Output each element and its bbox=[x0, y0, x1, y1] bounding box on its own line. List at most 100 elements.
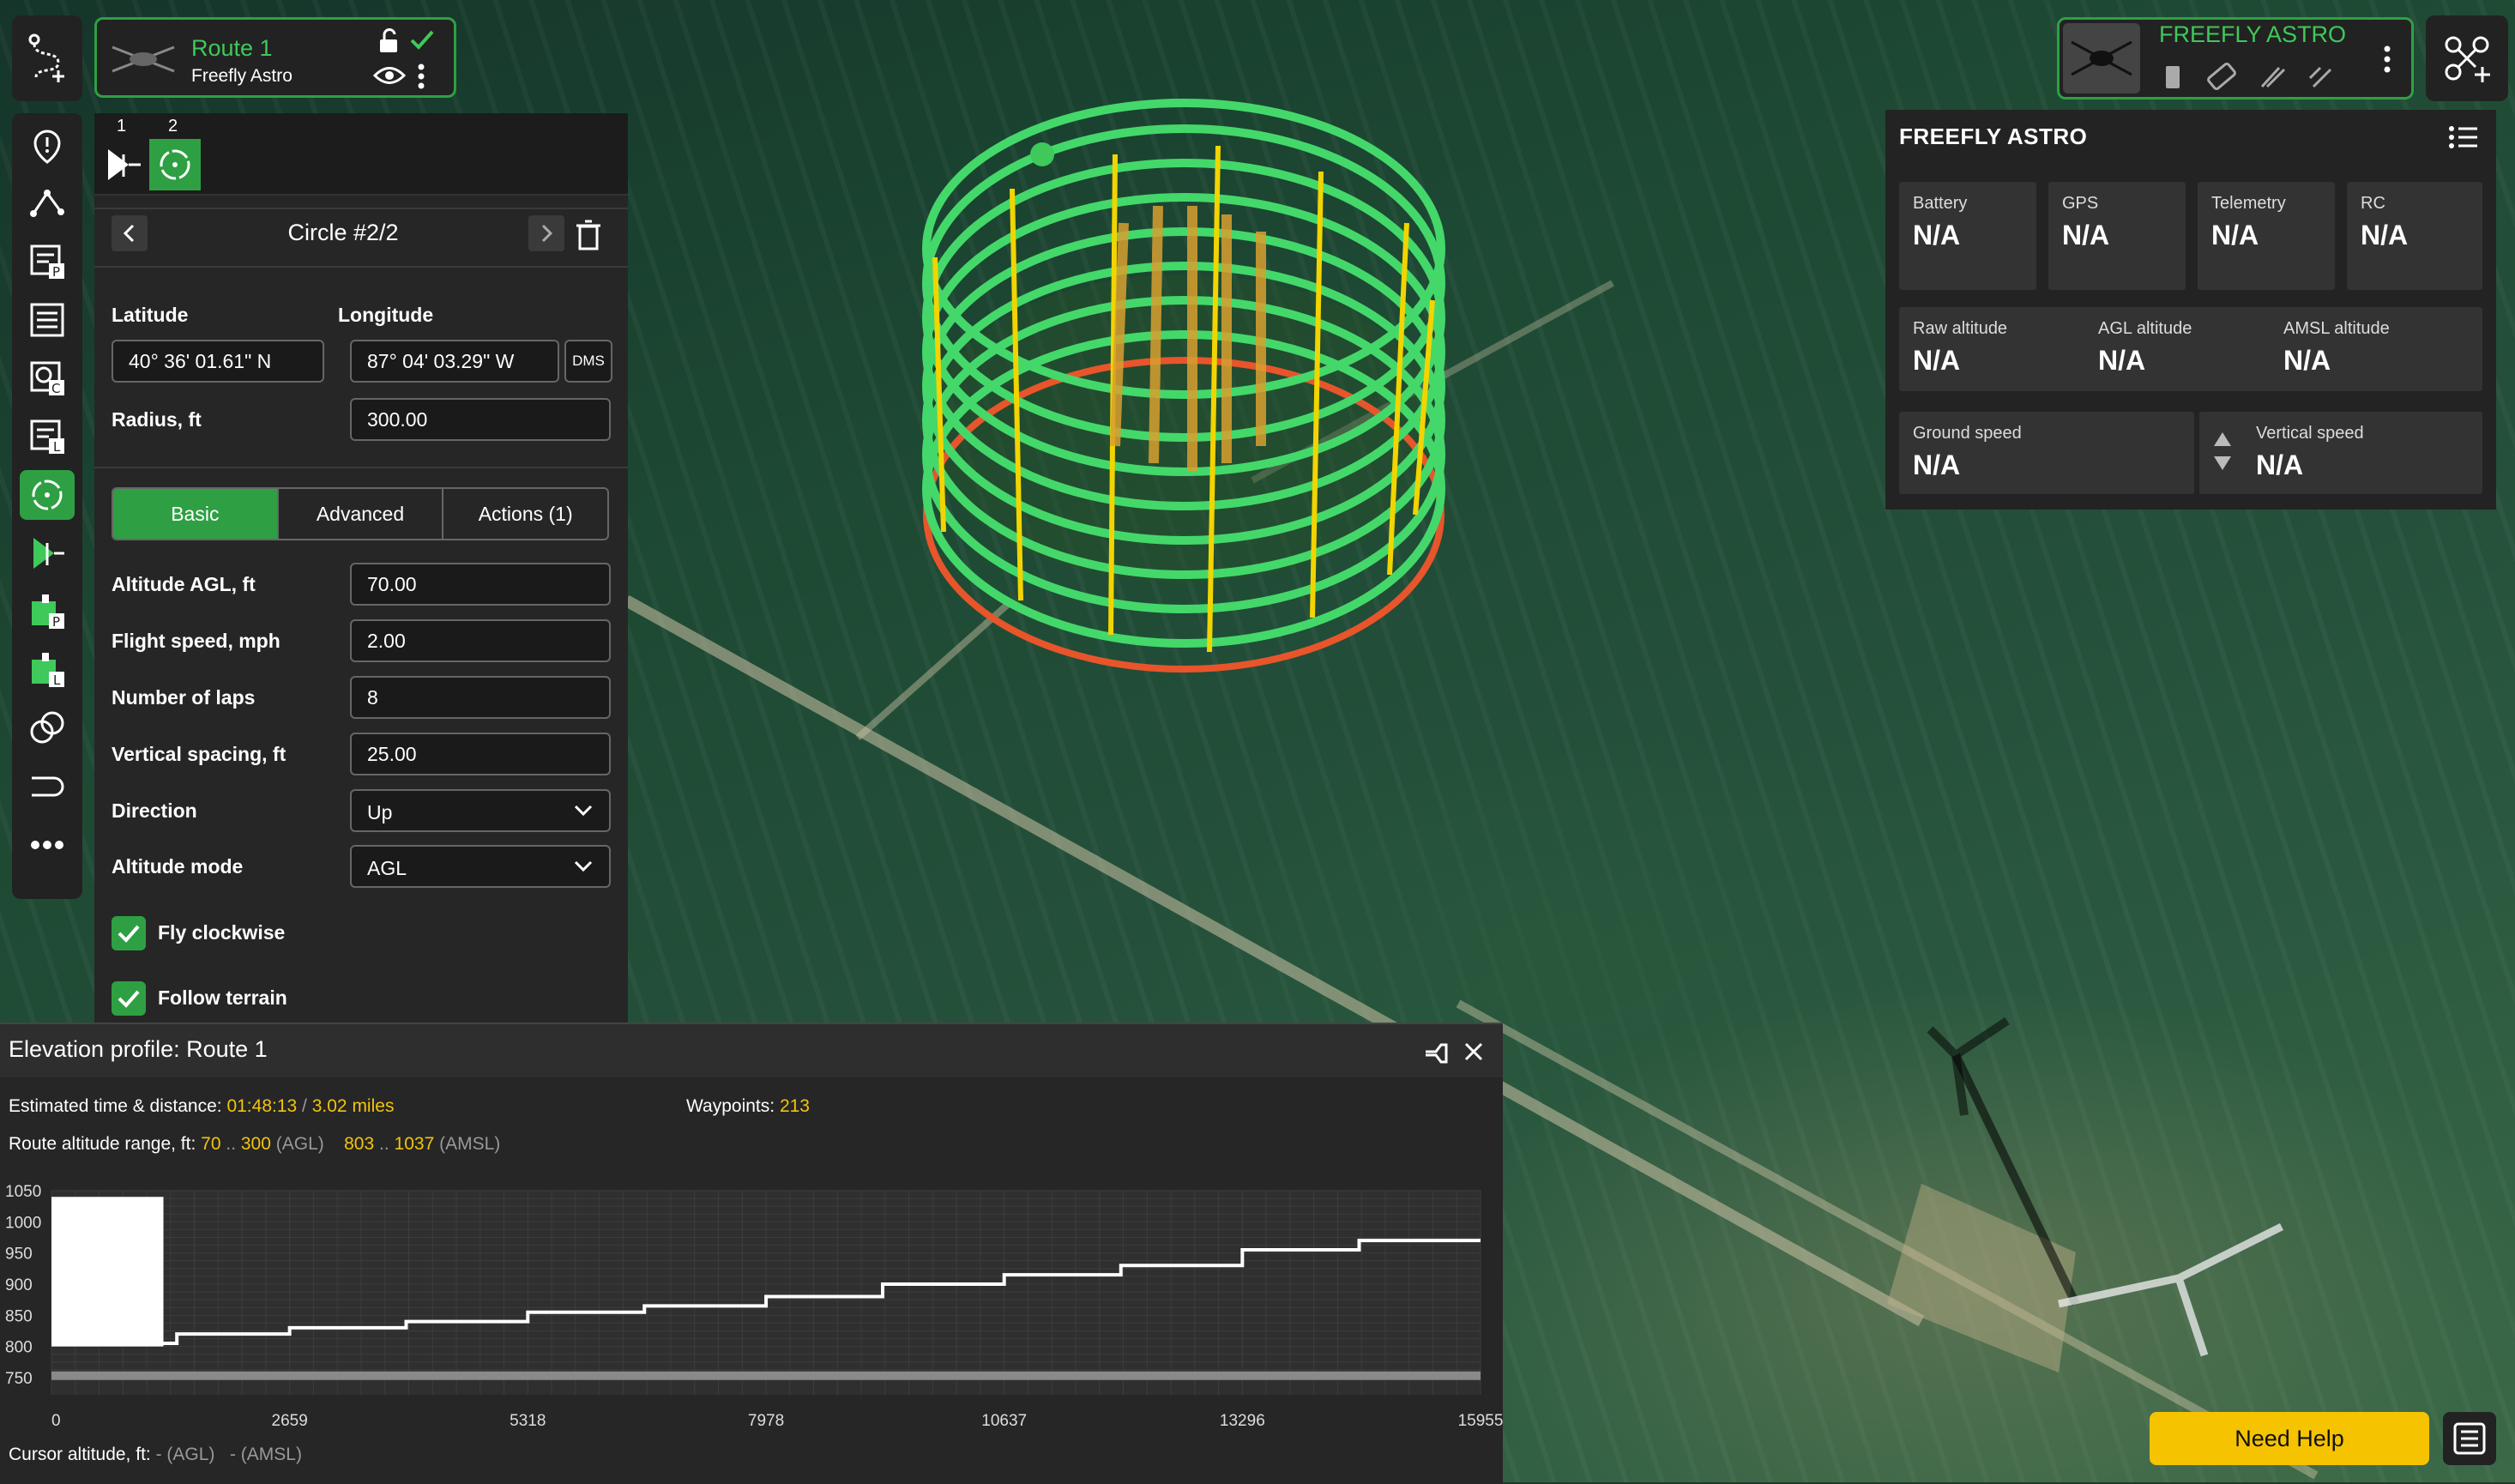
range-dots: .. bbox=[379, 1134, 389, 1154]
route-drone-name: Freefly Astro bbox=[191, 66, 293, 86]
rc-card: RC N/A bbox=[2347, 182, 2482, 290]
fly-clockwise-label: Fly clockwise bbox=[158, 921, 286, 944]
add-drone-button[interactable] bbox=[2426, 15, 2508, 101]
radius-label: Radius, ft bbox=[112, 408, 202, 431]
ground-speed-label: Ground speed bbox=[1913, 424, 2022, 443]
more-vertical-icon[interactable] bbox=[2382, 44, 2392, 75]
mission-list-button[interactable] bbox=[2443, 1412, 2496, 1465]
altitude-card: Raw altitude N/A AGL altitude N/A AMSL a… bbox=[1899, 307, 2482, 391]
battery-card: Battery N/A bbox=[1899, 182, 2036, 290]
tool-more[interactable] bbox=[20, 820, 75, 870]
x-tick-label: 2659 bbox=[272, 1412, 308, 1427]
drone-icon bbox=[2071, 40, 2132, 76]
telemetry-card: Telemetry N/A bbox=[2198, 182, 2335, 290]
drone-name: FREEFLY ASTRO bbox=[2159, 21, 2347, 47]
y-tick-label: 900 bbox=[5, 1276, 33, 1294]
chevron-down-icon bbox=[574, 805, 593, 817]
drone-status-icons bbox=[2166, 62, 2332, 91]
ground-speed-value: N/A bbox=[1913, 449, 1961, 480]
segment-2-circle[interactable] bbox=[149, 139, 201, 190]
circle-mission-3d[interactable] bbox=[922, 99, 1445, 673]
tab-actions[interactable]: Actions (1) bbox=[443, 489, 607, 539]
tool-vertical-photo[interactable]: P bbox=[20, 587, 75, 636]
amsl-tag: (AMSL) bbox=[439, 1134, 501, 1154]
tool-takeoff-waypoint[interactable] bbox=[20, 528, 75, 578]
number-of-laps-input[interactable] bbox=[350, 676, 611, 719]
cursor-label: Cursor altitude, ft: bbox=[9, 1445, 151, 1464]
fly-clockwise-checkbox[interactable] bbox=[112, 916, 146, 950]
drone-thumbnail bbox=[2063, 23, 2140, 94]
tab-basic[interactable]: Basic bbox=[113, 489, 279, 539]
altitude-spike-region bbox=[51, 1197, 164, 1347]
tool-corridor-camera[interactable]: C bbox=[20, 353, 75, 403]
elevation-chart[interactable]: 1050 1000 950 900 850 800 750 0 2659 5318 7978 1063… bbox=[0, 1179, 1503, 1427]
time-value: 01:48:13 bbox=[226, 1096, 298, 1116]
prev-segment-button[interactable] bbox=[112, 215, 148, 251]
next-segment-button[interactable] bbox=[528, 215, 564, 251]
tool-linear-plan[interactable]: L bbox=[20, 412, 75, 461]
delete-segment-button[interactable] bbox=[575, 220, 602, 255]
elevation-profile-panel: Elevation profile: Route 1 Estimated tim… bbox=[0, 1023, 1503, 1484]
settings-tabs: Basic Advanced Actions (1) bbox=[112, 487, 609, 540]
segment-number: 2 bbox=[168, 117, 178, 136]
battery-value: N/A bbox=[1913, 220, 1961, 250]
linear-plan-icon: L bbox=[30, 419, 64, 455]
tool-return-path[interactable] bbox=[20, 762, 75, 811]
vertical-spacing-input[interactable] bbox=[350, 733, 611, 775]
x-tick-label: 0 bbox=[51, 1412, 61, 1427]
drone-card[interactable]: FREEFLY ASTRO bbox=[2057, 17, 2414, 100]
y-tick-label: 1000 bbox=[5, 1214, 41, 1232]
route-tools-button[interactable] bbox=[12, 15, 82, 101]
raw-altitude-value: N/A bbox=[1913, 345, 1961, 376]
waypoints-label: Waypoints: bbox=[686, 1096, 775, 1116]
tool-point-of-interest[interactable] bbox=[20, 122, 75, 172]
altitude-mode-select[interactable]: AGL bbox=[350, 845, 611, 888]
gps-card: GPS N/A bbox=[2048, 182, 2186, 290]
flight-speed-input[interactable] bbox=[350, 619, 611, 662]
direction-select[interactable]: Up bbox=[350, 789, 611, 832]
segment-number: 1 bbox=[117, 117, 127, 136]
elevation-title: Elevation profile: Route 1 bbox=[9, 1036, 268, 1062]
visibility-eye-icon[interactable] bbox=[373, 64, 406, 87]
segment-strip: 1 2 bbox=[94, 113, 628, 196]
tool-vertical-linear[interactable]: L bbox=[20, 645, 75, 695]
close-icon[interactable] bbox=[1463, 1041, 1484, 1062]
list-menu-icon[interactable] bbox=[2448, 125, 2479, 149]
telemetry-signal-icon bbox=[2260, 66, 2286, 88]
unlock-icon[interactable] bbox=[377, 28, 402, 54]
latitude-input[interactable] bbox=[112, 340, 324, 383]
more-horizontal-icon bbox=[31, 841, 63, 849]
agl-tag: (AGL) bbox=[275, 1134, 324, 1154]
drone-add-icon bbox=[2445, 36, 2490, 82]
tool-multi-orbit[interactable] bbox=[20, 703, 75, 753]
photo-plan-icon: P bbox=[30, 244, 64, 280]
route-card[interactable]: Route 1 Freefly Astro bbox=[94, 17, 456, 98]
radius-input[interactable] bbox=[350, 398, 611, 441]
altitude-agl-input[interactable] bbox=[350, 563, 611, 606]
tab-advanced[interactable]: Advanced bbox=[279, 489, 444, 539]
y-tick-label: 1050 bbox=[5, 1183, 41, 1201]
need-help-button[interactable]: Need Help bbox=[2150, 1412, 2429, 1465]
more-vertical-icon[interactable] bbox=[416, 63, 426, 90]
route-name: Route 1 bbox=[191, 35, 273, 61]
telemetry-label: Telemetry bbox=[2211, 194, 2286, 213]
longitude-input[interactable] bbox=[350, 340, 559, 383]
rc-label: RC bbox=[2361, 194, 2385, 213]
range-label: Route altitude range, ft: bbox=[9, 1134, 196, 1154]
dms-toggle-button[interactable]: DMS bbox=[564, 340, 612, 383]
corridor-camera-icon: C bbox=[30, 361, 64, 396]
cursor-amsl: - (AMSL) bbox=[229, 1445, 302, 1464]
latitude-label: Latitude bbox=[112, 304, 189, 326]
segment-1-takeoff[interactable] bbox=[98, 139, 149, 190]
tool-photo-plan[interactable]: P bbox=[20, 237, 75, 287]
chevron-down-icon bbox=[574, 860, 593, 872]
return-path-icon bbox=[32, 776, 64, 797]
tool-survey-grid[interactable] bbox=[20, 295, 75, 345]
amsl-altitude-label: AMSL altitude bbox=[2283, 319, 2390, 338]
follow-terrain-checkbox[interactable] bbox=[112, 981, 146, 1016]
tool-circle[interactable] bbox=[20, 470, 75, 520]
pin-icon[interactable] bbox=[1422, 1040, 1451, 1065]
gps-label: GPS bbox=[2062, 194, 2099, 213]
tool-polyline[interactable] bbox=[20, 178, 75, 228]
chevron-left-icon bbox=[123, 224, 135, 243]
